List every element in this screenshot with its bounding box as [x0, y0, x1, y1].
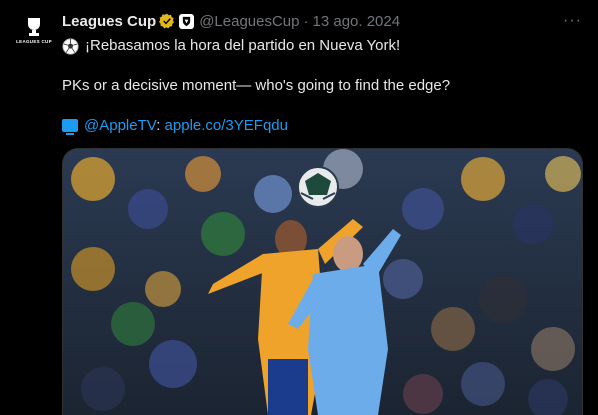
account-handle[interactable]: @LeaguesCup	[199, 13, 299, 30]
separator-dot: ·	[303, 12, 309, 30]
link-colon: :	[156, 117, 165, 134]
trophy-icon	[28, 17, 40, 36]
post-header: Leagues Cup @LeaguesCup · 13 ago. 2024 ·…	[62, 11, 582, 31]
post-date[interactable]: 13 ago. 2024	[313, 13, 401, 30]
soccer-ball	[297, 166, 339, 208]
avatar[interactable]: LEAGUES CUP	[14, 10, 54, 50]
mention-link[interactable]: @AppleTV	[84, 117, 156, 134]
verified-badge-icon[interactable]	[159, 13, 175, 29]
tv-icon	[62, 119, 78, 135]
affiliate-badge-icon[interactable]	[179, 13, 195, 29]
post-photo[interactable]	[62, 148, 583, 415]
post-text: ¡Rebasamos la hora del partido en Nueva …	[62, 36, 582, 136]
post-link-line: @AppleTV: apple.co/3YEFqdu	[62, 116, 582, 136]
url-link[interactable]: apple.co/3YEFqdu	[165, 117, 288, 134]
account-name[interactable]: Leagues Cup	[62, 13, 156, 30]
post-line-2: PKs or a decisive moment— who's going to…	[62, 77, 451, 94]
affiliate-logo-icon	[183, 16, 191, 26]
post-line-1: ¡Rebasamos la hora del partido en Nueva …	[85, 37, 401, 54]
match-photo-image	[63, 149, 582, 415]
soccer-ball-icon	[62, 37, 79, 55]
avatar-brand-text: LEAGUES CUP	[16, 38, 52, 44]
more-options-button[interactable]: ···	[563, 12, 582, 30]
